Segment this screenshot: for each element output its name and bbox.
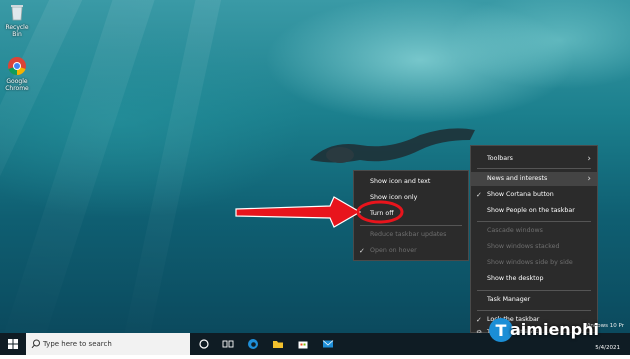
watermark-logo-text: aimienphi [510, 320, 600, 339]
search-icon [31, 339, 40, 349]
task-view-icon[interactable] [222, 338, 234, 350]
start-button[interactable] [0, 333, 26, 355]
mail-icon[interactable] [322, 338, 334, 350]
store-icon[interactable] [297, 338, 309, 350]
file-explorer-icon[interactable] [272, 338, 284, 350]
watermark-logo: T aimienphi [488, 315, 630, 347]
edge-icon[interactable] [247, 338, 259, 350]
windows-logo-icon [8, 339, 18, 349]
svg-text:T: T [496, 321, 507, 340]
annotation-overlay [235, 196, 404, 228]
search-placeholder: Type here to search [43, 340, 112, 348]
red-arrow-icon [235, 196, 362, 228]
cortana-icon[interactable] [198, 338, 210, 350]
highlight-circle [356, 200, 404, 224]
search-box[interactable]: Type here to search [26, 333, 190, 355]
